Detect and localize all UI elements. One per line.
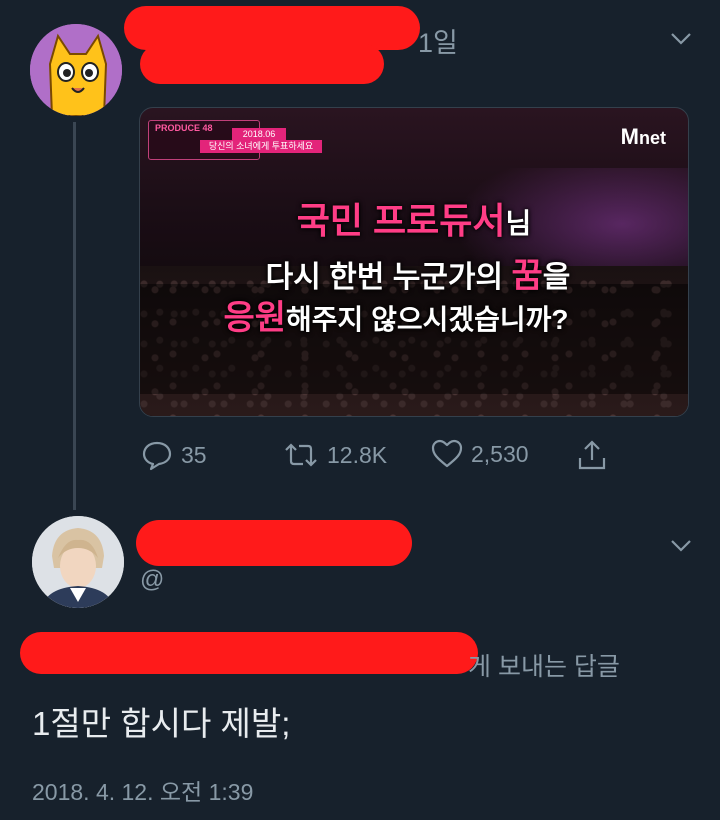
like-count: 2,530: [471, 440, 529, 467]
badge-subtitle: 당신의 소녀에게 투표하세요: [200, 140, 322, 153]
retweet-icon: [285, 443, 317, 467]
reply-count: 35: [181, 441, 207, 468]
reply-handle: @: [140, 566, 165, 593]
like-button[interactable]: 2,530: [431, 439, 529, 469]
reply-timestamp: 2018. 4. 12. 오전 1:39: [32, 779, 254, 805]
redacted-reply-target: [20, 632, 478, 674]
tweet-detail-page: 1일 PRODUCE 48 2018.06 당신의 소녀에게 투표하세요 Mne…: [0, 0, 720, 820]
redacted-name: [136, 520, 412, 566]
chevron-down-icon[interactable]: [668, 532, 694, 558]
reply-body-text: 1절만 합시다 제발;: [32, 705, 291, 742]
redacted-handle: [140, 44, 384, 84]
person-photo-icon: [32, 516, 124, 608]
like-icon: [431, 439, 463, 468]
reply-icon: [142, 441, 172, 471]
cat-mascot-icon: [30, 24, 122, 116]
replying-to-label: 게 보내는 답글: [468, 653, 620, 681]
retweet-button[interactable]: 12.8K: [283, 439, 387, 471]
avatar[interactable]: [32, 516, 124, 608]
channel-logo: Mnet: [620, 124, 666, 149]
caption-line-3: 응원해주지 않으시겠습니까?: [223, 299, 569, 337]
share-button[interactable]: [577, 439, 607, 471]
retweet-count: 12.8K: [327, 441, 388, 468]
tweet-media-video[interactable]: PRODUCE 48 2018.06 당신의 소녀에게 투표하세요 Mnet 국…: [139, 107, 689, 417]
thread-line: [73, 122, 76, 510]
badge-logo: PRODUCE 48: [155, 123, 213, 133]
badge-date: 2018.06: [232, 128, 286, 140]
share-icon: [578, 440, 606, 470]
tweet-time: 1일: [418, 28, 458, 58]
avatar[interactable]: [30, 24, 122, 116]
chevron-down-icon[interactable]: [668, 25, 694, 51]
reply-button[interactable]: 35: [141, 439, 207, 471]
caption-line-1: 국민 프로듀서님: [296, 200, 532, 241]
